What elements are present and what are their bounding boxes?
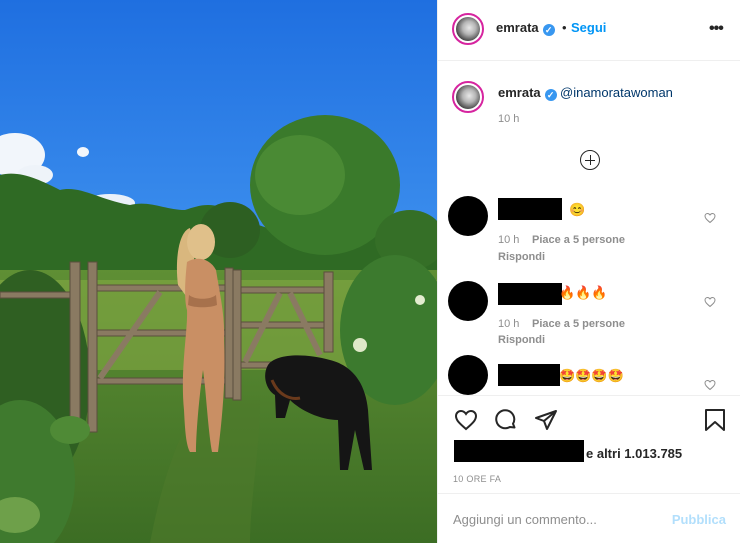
load-more-comments-icon[interactable] xyxy=(580,150,600,170)
comment-time[interactable]: 10 h xyxy=(498,318,519,330)
redacted-username xyxy=(498,364,560,386)
follow-button[interactable]: Segui xyxy=(571,20,606,35)
comment-avatar[interactable] xyxy=(448,196,488,236)
post-photo[interactable] xyxy=(0,0,437,543)
comment-reply-button[interactable]: Rispondi xyxy=(498,334,545,346)
separator-dot: • xyxy=(562,20,567,35)
comment-text: 🤩🤩🤩🤩 xyxy=(559,368,624,383)
author-avatar[interactable] xyxy=(452,13,484,45)
post-image xyxy=(0,0,437,543)
caption-avatar[interactable] xyxy=(452,81,484,113)
post-sidebar: emrata ✓ • Segui ••• emrata ✓ @inamoratawo… xyxy=(437,0,740,543)
save-bookmark-icon[interactable] xyxy=(704,408,726,432)
comment-like-heart-icon[interactable] xyxy=(704,379,716,391)
redacted-username xyxy=(498,283,562,305)
author-username[interactable]: emrata ✓ xyxy=(496,20,555,36)
share-paper-plane-icon[interactable] xyxy=(534,408,558,432)
comment-likes[interactable]: Piace a 5 persone xyxy=(532,234,625,246)
more-options-icon[interactable]: ••• xyxy=(709,20,724,38)
comment-bubble-icon[interactable] xyxy=(494,408,518,432)
comment-likes[interactable]: Piace a 5 persone xyxy=(532,318,625,330)
comment-avatar[interactable] xyxy=(448,355,488,395)
comment-avatar[interactable] xyxy=(448,281,488,321)
like-heart-icon[interactable] xyxy=(454,408,478,432)
comment-input[interactable]: Aggiungi un commento... xyxy=(453,512,597,527)
caption-username[interactable]: emrata ✓ xyxy=(498,85,557,101)
comment-text: 🔥🔥🔥 xyxy=(559,285,608,300)
post-header: emrata ✓ • Segui ••• xyxy=(438,0,740,61)
likes-count[interactable]: e altri 1.013.785 xyxy=(586,446,682,461)
posted-time[interactable]: 10 ORE FA xyxy=(453,474,501,484)
verified-badge-icon: ✓ xyxy=(544,89,557,101)
add-comment-bar: Aggiungi un commento... Pubblica xyxy=(438,493,740,544)
comment-time[interactable]: 10 h xyxy=(498,234,519,246)
comment-like-heart-icon[interactable] xyxy=(704,296,716,308)
comment-text: 😊 xyxy=(569,202,586,217)
comment-like-heart-icon[interactable] xyxy=(704,212,716,224)
redacted-liker-name xyxy=(454,440,584,462)
caption-mention-link[interactable]: @inamoratawoman xyxy=(560,85,673,100)
caption-time[interactable]: 10 h xyxy=(498,113,519,125)
verified-badge-icon: ✓ xyxy=(542,24,555,36)
redacted-username xyxy=(498,198,562,220)
comment-reply-button[interactable]: Rispondi xyxy=(498,251,545,263)
publish-button[interactable]: Pubblica xyxy=(672,512,726,527)
